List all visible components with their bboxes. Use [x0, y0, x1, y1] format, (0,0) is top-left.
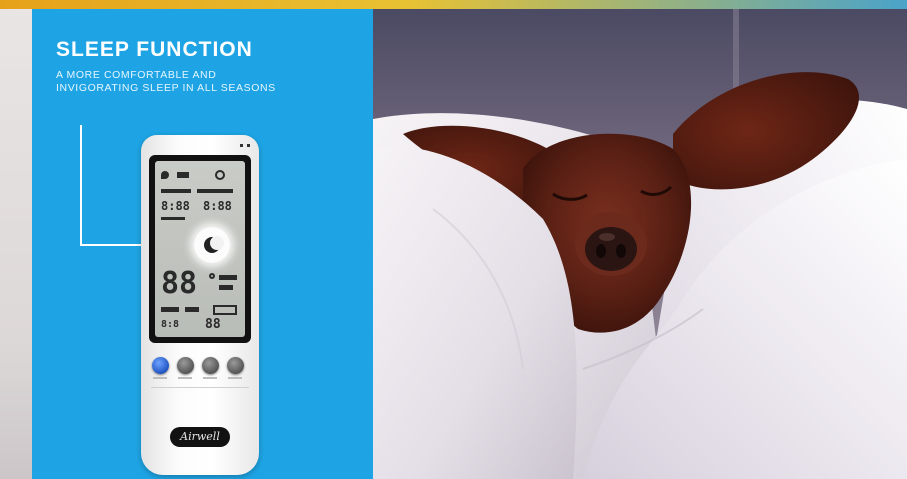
callout-line-vertical	[80, 125, 82, 245]
fan-button[interactable]	[202, 357, 219, 374]
brand-logo: Airwell	[170, 427, 230, 447]
remote-lcd-screen: 8:88 8:88 88 8:8 88	[155, 161, 245, 337]
remote-screen-bezel: 8:88 8:88 88 8:8 88	[149, 155, 251, 343]
lcd-indicator-row	[197, 189, 233, 193]
panel-title: SLEEP FUNCTION	[56, 38, 253, 61]
dog-nostril-right	[616, 244, 626, 258]
sun-icon	[215, 170, 225, 180]
ir-emitter-icon	[240, 144, 250, 147]
lcd-bottom-left-readout: 8:8	[161, 319, 180, 330]
lcd-indicator-row	[185, 307, 199, 312]
mode-button[interactable]	[177, 357, 194, 374]
dog-photo-illustration	[373, 9, 907, 479]
mode-icon	[177, 172, 189, 178]
lcd-indicator-row	[219, 275, 237, 280]
button-label	[228, 377, 242, 379]
lcd-temperature: 88	[161, 266, 198, 301]
button-label	[153, 377, 167, 379]
lcd-indicator-row	[161, 189, 191, 193]
remote-seam	[151, 387, 249, 388]
promo-banner: SLEEP FUNCTION A MORE COMFORTABLE AND IN…	[0, 0, 907, 479]
lcd-timer-readout: 8:88	[203, 199, 232, 213]
top-accent-bar	[0, 0, 907, 9]
lcd-bottom-right-readout: 88	[205, 317, 221, 332]
left-photo-strip	[0, 9, 32, 479]
lcd-indicator-row	[161, 217, 185, 220]
remote-control: 8:88 8:88 88 8:8 88 Airwell	[141, 135, 259, 475]
lcd-clock-readout: 8:88	[161, 199, 190, 213]
power-button[interactable]	[152, 357, 169, 374]
button-label	[203, 377, 217, 379]
sleep-button[interactable]	[227, 357, 244, 374]
drop-icon	[161, 171, 169, 179]
battery-icon	[213, 305, 237, 315]
sleeping-dog-photo	[373, 9, 907, 479]
sleep-function-panel: SLEEP FUNCTION A MORE COMFORTABLE AND IN…	[32, 9, 373, 479]
degree-icon	[209, 273, 215, 279]
panel-subtitle-line2: INVIGORATING SLEEP IN ALL SEASONS	[56, 82, 276, 94]
dog-nostril-left	[596, 244, 606, 258]
lcd-indicator-row	[161, 307, 179, 312]
lcd-indicator-row	[219, 285, 233, 290]
nose-highlight	[599, 233, 615, 241]
button-label	[178, 377, 192, 379]
panel-subtitle-line1: A MORE COMFORTABLE AND	[56, 69, 217, 81]
moon-icon	[204, 236, 224, 253]
